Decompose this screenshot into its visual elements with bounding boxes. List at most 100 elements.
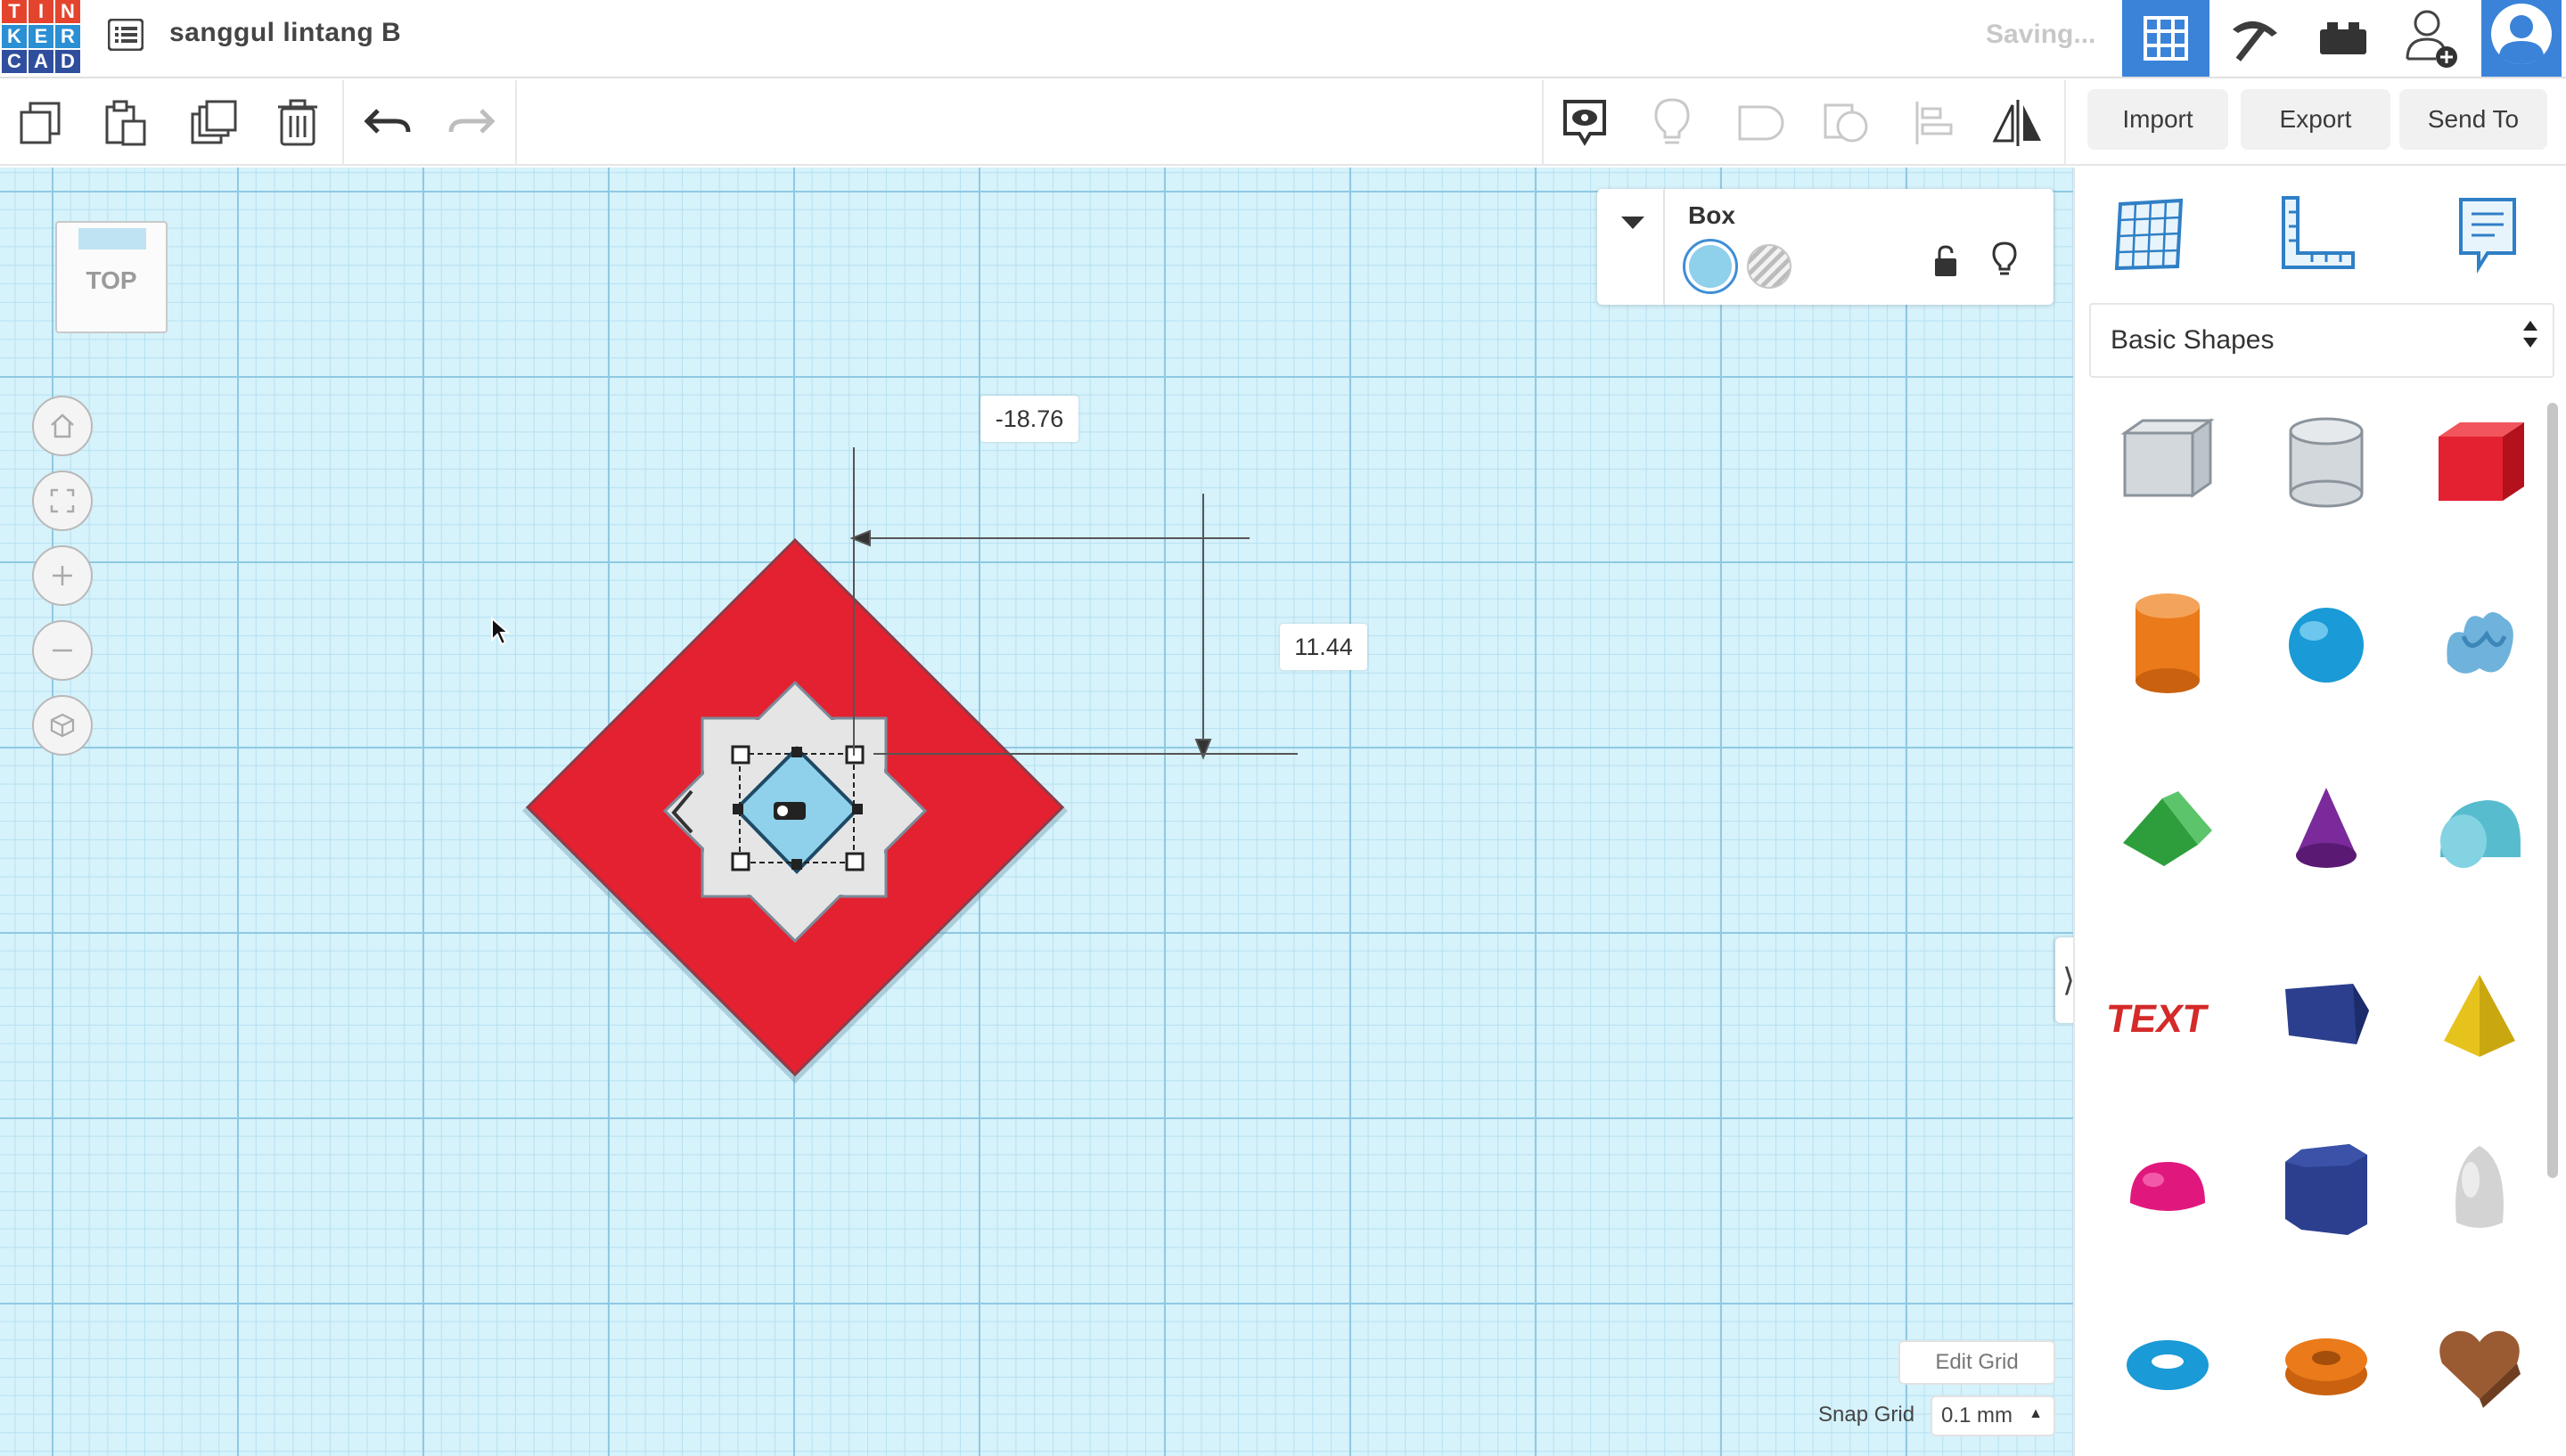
bricks-icon [2320, 22, 2366, 54]
toolbar-divider [2064, 80, 2066, 166]
round-roof-icon [2440, 800, 2521, 868]
shape-wedge[interactable] [2264, 957, 2389, 1082]
undo-icon [364, 109, 411, 134]
circuits-button[interactable] [2210, 0, 2298, 77]
shape-torus[interactable] [2105, 1299, 2230, 1424]
ruler-icon [2282, 196, 2355, 269]
view-cube-face-highlight [78, 228, 146, 249]
paste-button[interactable] [93, 91, 157, 155]
notes-icon [2459, 198, 2516, 274]
shape-category-select[interactable]: Basic Shapes [2089, 303, 2554, 378]
workplane-icon [2114, 198, 2184, 271]
design-list-button[interactable] [103, 14, 148, 55]
logo-letter: N [55, 0, 80, 23]
send-to-button[interactable]: Send To [2399, 89, 2547, 150]
polygon-icon [2285, 1144, 2367, 1235]
edit-grid-button[interactable]: Edit Grid [1898, 1340, 2055, 1385]
shape-cone[interactable] [2264, 768, 2389, 893]
delete-button[interactable] [266, 91, 330, 155]
hide-button[interactable] [1991, 241, 2018, 282]
shape-sphere[interactable] [2264, 583, 2389, 708]
inspector-collapse-button[interactable] [1603, 189, 1665, 305]
logo-letter: R [55, 25, 80, 48]
shape-paraboloid[interactable] [2417, 1126, 2542, 1251]
group-button[interactable] [1727, 91, 1791, 155]
add-user-icon [2406, 10, 2457, 68]
zoom-in-button[interactable] [32, 545, 93, 606]
roof-icon [2123, 791, 2212, 866]
design-list-icon [108, 19, 143, 51]
shape-roof[interactable] [2105, 768, 2230, 893]
notes-tool-button[interactable] [2439, 185, 2537, 283]
shape-cylinder-hole[interactable] [2264, 405, 2389, 529]
redo-button[interactable] [439, 91, 503, 155]
scribble-icon [2447, 612, 2513, 674]
3d-design-grid-icon [2144, 16, 2188, 61]
paste-icon [105, 100, 146, 146]
solid-color-button[interactable] [1683, 239, 1738, 294]
shape-round-roof[interactable] [2417, 768, 2542, 893]
logo-letter: D [55, 50, 80, 73]
design-scene[interactable] [0, 168, 2073, 1456]
undo-button[interactable] [357, 91, 421, 155]
shape-cylinder[interactable] [2105, 583, 2230, 708]
tinkercad-logo[interactable]: TIN KER CAD [2, 0, 82, 73]
workplane-tool-button[interactable] [2100, 185, 2198, 283]
ungroup-button[interactable] [1815, 91, 1879, 155]
hole-button[interactable] [1747, 244, 1791, 289]
align-button[interactable] [1902, 91, 1966, 155]
dimension-x-label[interactable]: -18.76 [980, 396, 1078, 442]
shape-box[interactable] [2417, 405, 2542, 529]
mouse-cursor-icon [490, 616, 511, 651]
wedge-icon [2285, 984, 2369, 1044]
import-button[interactable]: Import [2087, 89, 2228, 150]
shape-tube[interactable] [2264, 1299, 2389, 1424]
caret-down-icon [1621, 217, 1644, 229]
duplicate-button[interactable] [182, 91, 246, 155]
logo-letter: T [2, 0, 27, 23]
height-handle[interactable] [774, 802, 806, 820]
toolbar-divider [515, 80, 517, 166]
snap-grid-value: 0.1 mm [1941, 1403, 2013, 1427]
paraboloid-icon [2455, 1146, 2504, 1228]
avatar-button[interactable] [2478, 0, 2565, 77]
tube-icon [2285, 1338, 2367, 1395]
lock-button[interactable] [1932, 244, 1959, 282]
ruler-tool-button[interactable] [2267, 185, 2365, 283]
shape-half-sphere[interactable] [2105, 1126, 2230, 1251]
panel-scrollbar[interactable] [2547, 403, 2558, 1178]
toolbar: Import Export Send To [0, 80, 2566, 166]
shape-polygon[interactable] [2264, 1126, 2389, 1251]
snap-grid-select[interactable]: 0.1 mm ▲ [1931, 1395, 2055, 1436]
fit-view-button[interactable] [32, 470, 93, 531]
home-view-button[interactable] [32, 396, 93, 456]
shape-pyramid[interactable] [2417, 957, 2542, 1082]
logo-letter: C [2, 50, 27, 73]
shape-text[interactable]: TEXT [2105, 957, 2230, 1082]
trash-icon [278, 99, 317, 146]
shape-heart[interactable] [2417, 1299, 2542, 1424]
workplane[interactable]: -18.76 11.44 TOP Box ⟩ Edit Grid Snap Gr… [0, 168, 2082, 1456]
project-title[interactable]: sanggul lintang B [169, 18, 401, 48]
add-user-button[interactable] [2389, 0, 2476, 77]
mirror-button[interactable] [1986, 91, 2050, 155]
zoom-out-button[interactable] [32, 620, 93, 681]
show-all-button[interactable] [1553, 91, 1617, 155]
cylinder-hole-icon [2289, 417, 2364, 508]
view-cube[interactable]: TOP [55, 221, 168, 333]
perspective-button[interactable] [32, 695, 93, 756]
dimension-y-label[interactable]: 11.44 [1280, 624, 1367, 670]
copy-button[interactable] [11, 91, 75, 155]
svg-text:TEXT: TEXT [2105, 997, 2210, 1041]
bricks-button[interactable] [2300, 0, 2387, 77]
ungroup-icon [1824, 103, 1868, 143]
minus-icon [53, 649, 72, 652]
plus-icon [53, 566, 72, 585]
shape-scribble[interactable] [2417, 583, 2542, 708]
3d-design-button[interactable] [2122, 0, 2209, 77]
shape-box-hole[interactable] [2105, 405, 2230, 529]
shapes-panel: Basic Shapes TEXT [2073, 168, 2566, 1456]
export-button[interactable]: Export [2241, 89, 2390, 150]
light-bulb-button[interactable] [1640, 91, 1704, 155]
light-bulb-icon [1992, 241, 2017, 275]
